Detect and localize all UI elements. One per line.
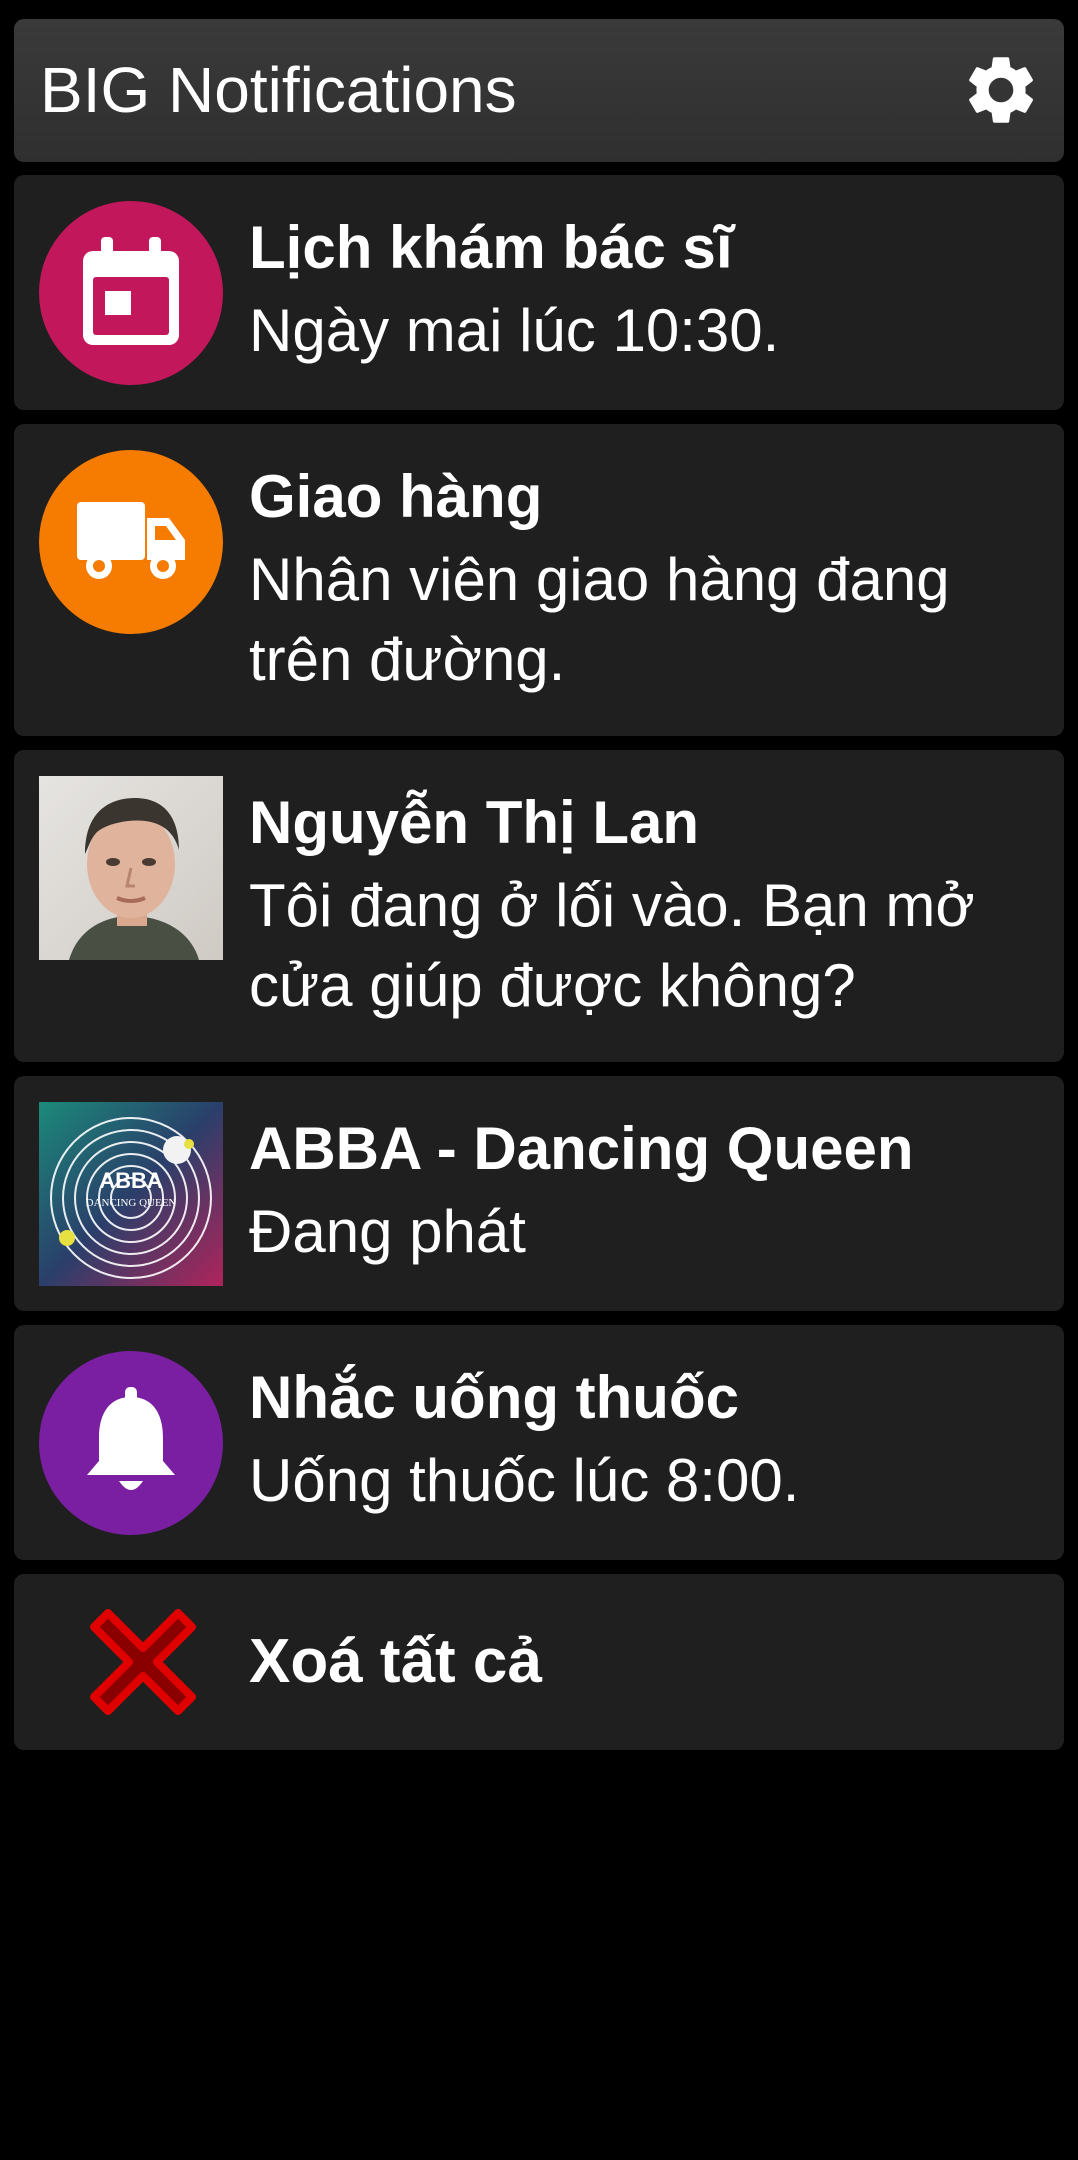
close-x-icon	[86, 1605, 200, 1719]
notification-title: Nhắc uống thuốc	[249, 1364, 739, 1431]
notification-card-message[interactable]: Nguyễn Thị Lan Tôi đang ở lối vào. Bạn m…	[14, 750, 1064, 1062]
album-art-title: ABBA	[99, 1168, 163, 1193]
gear-icon	[969, 57, 1033, 123]
calendar-icon	[39, 201, 223, 385]
app-title: BIG Notifications	[40, 54, 517, 126]
notification-text: Nguyễn Thị Lan Tôi đang ở lối vào. Bạn m…	[249, 788, 1040, 1026]
notification-text: Nhắc uống thuốc Uống thuốc lúc 8:00.	[249, 1363, 1040, 1521]
clear-all-label: Xoá tất cả	[249, 1627, 542, 1696]
notification-body: Đang phát	[249, 1198, 526, 1265]
album-art-subtitle: DANCING QUEEN	[86, 1197, 177, 1209]
notification-body: Ngày mai lúc 10:30.	[249, 297, 780, 364]
contact-avatar	[39, 776, 223, 960]
notification-body: Tôi đang ở lối vào. Bạn mở cửa giúp được…	[249, 872, 975, 1019]
notification-body: Uống thuốc lúc 8:00.	[249, 1447, 800, 1514]
bell-icon	[39, 1351, 223, 1535]
notification-text: Giao hàng Nhân viên giao hàng đang trên …	[249, 462, 1040, 700]
clear-all-button[interactable]: Xoá tất cả	[14, 1574, 1064, 1750]
notification-title: Nguyễn Thị Lan	[249, 789, 699, 856]
notification-title: Lịch khám bác sĩ	[249, 214, 733, 281]
notification-card-media[interactable]: ABBA DANCING QUEEN ABBA - Dancing Queen …	[14, 1076, 1064, 1311]
notification-body: Nhân viên giao hàng đang trên đường.	[249, 546, 950, 693]
app-root: BIG Notifications Lịch khám bác sĩ Ngày …	[0, 0, 1078, 2160]
notification-text: ABBA - Dancing Queen Đang phát	[249, 1114, 1040, 1272]
notification-card-reminder[interactable]: Nhắc uống thuốc Uống thuốc lúc 8:00.	[14, 1325, 1064, 1560]
notification-card-appointment[interactable]: Lịch khám bác sĩ Ngày mai lúc 10:30.	[14, 175, 1064, 410]
notification-title: ABBA - Dancing Queen	[249, 1115, 914, 1182]
notification-title: Giao hàng	[249, 463, 543, 530]
album-art: ABBA DANCING QUEEN	[39, 1102, 223, 1286]
notification-text: Lịch khám bác sĩ Ngày mai lúc 10:30.	[249, 213, 1040, 371]
app-header: BIG Notifications	[14, 19, 1064, 162]
truck-icon	[39, 450, 223, 634]
settings-button[interactable]	[960, 49, 1042, 131]
notification-card-delivery[interactable]: Giao hàng Nhân viên giao hàng đang trên …	[14, 424, 1064, 736]
